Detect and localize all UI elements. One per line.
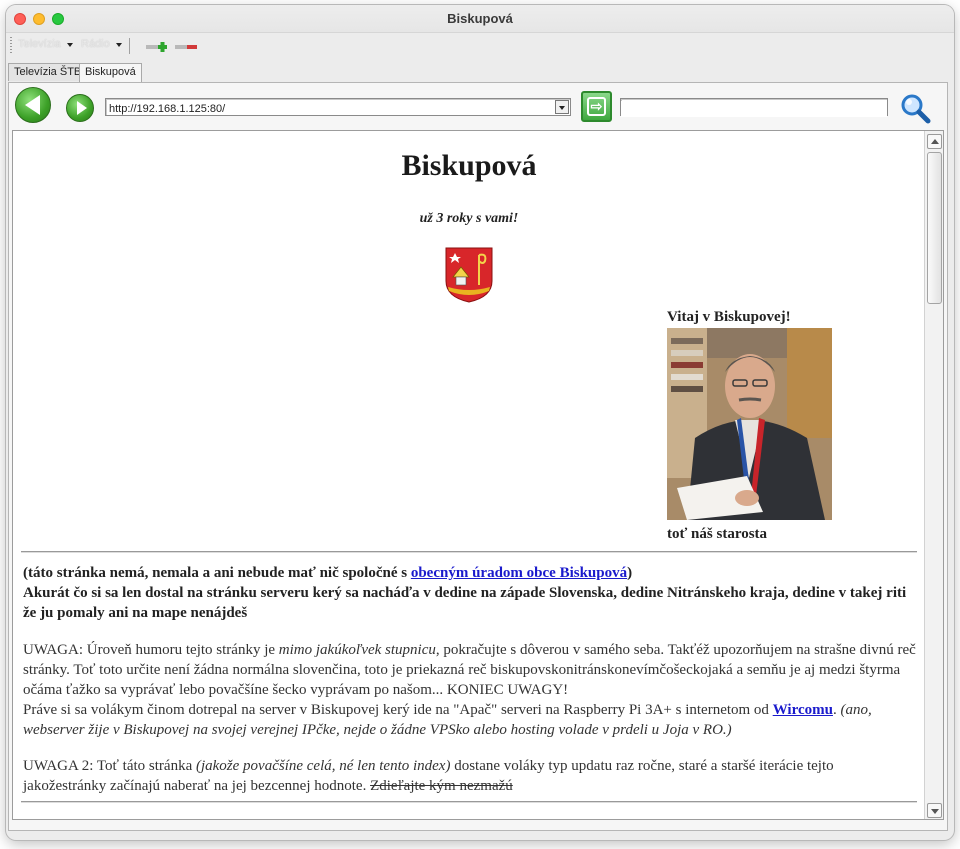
municipal-office-link[interactable]: obecným úradom obce Biskupová [411, 565, 627, 581]
scroll-down-button[interactable] [927, 803, 942, 818]
server-text: Práve si sa volákym činom dotrepal na se… [23, 702, 773, 718]
window-title: Biskupová [447, 11, 513, 26]
address-bar [105, 98, 571, 117]
menu-televizia[interactable]: Televízia [18, 38, 73, 50]
zoom-in-icon[interactable] [146, 42, 168, 52]
notice-text: (táto stránka nemá, nemala a ani nebude … [23, 565, 411, 581]
tab-bar: Televízia ŠTB Biskupová [6, 61, 954, 82]
browser-panel: ⇨ Biskupová už 3 roky s vami! [8, 82, 948, 831]
divider [21, 801, 917, 803]
mayor-photo [667, 328, 832, 520]
url-input[interactable] [106, 101, 546, 117]
scroll-up-button[interactable] [927, 134, 942, 149]
tab-biskupova[interactable]: Biskupová [79, 63, 142, 82]
browser-window: Biskupová Televízia Rádio Televízia ŠTB … [6, 5, 954, 840]
toolbar-grip[interactable] [10, 37, 12, 55]
menu-radio[interactable]: Rádio [81, 38, 122, 50]
search-box [620, 98, 888, 117]
tab-televizia-stb[interactable]: Televízia ŠTB [8, 63, 88, 81]
back-button[interactable] [15, 87, 51, 123]
notice-paragraph: (táto stránka nemá, nemala a ani nebude … [23, 563, 916, 623]
warning-2-text: UWAGA 2: Toť táto stránka [23, 758, 196, 774]
navigation-bar: ⇨ [9, 83, 947, 129]
magnifier-icon[interactable] [899, 92, 931, 124]
photo-caption: toť náš starosta [667, 526, 768, 542]
chevron-down-icon [115, 43, 122, 47]
warning-emphasis: mimo jakúkoľvek stupnicu [278, 642, 436, 658]
url-history-dropdown[interactable] [555, 100, 569, 114]
warning-2-emphasis: (jakože povačšíne celá, né len tento ind… [195, 758, 451, 774]
menu-radio-label: Rádio [81, 38, 110, 50]
web-page: Biskupová už 3 roky s vami! Vitaj v Bisk… [13, 131, 925, 819]
welcome-heading: Vitaj v Biskupovej! [667, 309, 791, 325]
chevron-down-icon [66, 43, 73, 47]
web-view[interactable]: Biskupová už 3 roky s vami! Vitaj v Bisk… [12, 130, 944, 820]
search-input[interactable] [621, 101, 887, 117]
go-icon: ⇨ [587, 97, 606, 116]
menu-separator [129, 38, 130, 54]
forward-button[interactable] [66, 94, 94, 122]
page-title: Biskupová [401, 149, 537, 182]
page-tagline: už 3 roky s vami! [419, 211, 519, 226]
go-button[interactable]: ⇨ [581, 91, 612, 122]
title-bar: Biskupová [6, 5, 954, 33]
wircom-link[interactable]: Wircomu [773, 702, 833, 718]
zoom-out-icon[interactable] [175, 42, 197, 52]
scrollbar-thumb[interactable] [927, 152, 942, 304]
warning-paragraph: UWAGA: Úroveň humoru tejto stránky je mi… [23, 640, 916, 740]
forward-arrow-icon [77, 101, 87, 115]
vertical-scrollbar[interactable] [924, 131, 943, 819]
divider [21, 551, 917, 553]
coat-of-arms-icon [445, 247, 493, 303]
notice-close: ) [627, 565, 633, 581]
struck-text: Zdieľajte kým nezmažú [370, 778, 513, 794]
menu-bar: Televízia Rádio [6, 33, 954, 61]
notice-line-2: Akurát čo si sa len dostal na stránku se… [23, 585, 907, 621]
back-arrow-icon [25, 95, 40, 115]
menu-televizia-label: Televízia [18, 38, 61, 50]
warning-2-paragraph: UWAGA 2: Toť táto stránka (jakože povačš… [23, 756, 916, 796]
warning-text: UWAGA: Úroveň humoru tejto stránky je [23, 642, 279, 658]
